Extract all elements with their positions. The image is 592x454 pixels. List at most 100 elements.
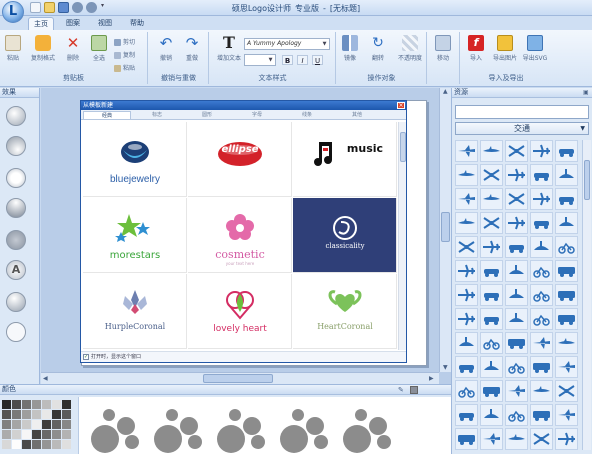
- copy-button[interactable]: 复制: [114, 50, 135, 59]
- tab-template-category[interactable]: 圆形: [183, 111, 231, 119]
- eyedropper-icon[interactable]: ✎: [398, 386, 404, 394]
- shape-preview-bubble[interactable]: [251, 435, 265, 449]
- gray-color-swatch[interactable]: [22, 430, 31, 439]
- effect-swatch[interactable]: [6, 292, 26, 312]
- effect-swatch[interactable]: [6, 198, 26, 218]
- effect-swatch[interactable]: [6, 136, 26, 156]
- gray-color-swatch[interactable]: [42, 410, 51, 419]
- gray-color-swatch[interactable]: [2, 430, 11, 439]
- transport-shape-icon[interactable]: [505, 164, 528, 186]
- gray-color-swatch[interactable]: [42, 440, 51, 449]
- tab-template-category[interactable]: 字母: [233, 111, 281, 119]
- text-effect-icon[interactable]: A: [6, 260, 26, 280]
- gray-color-swatch[interactable]: [52, 400, 61, 409]
- export-image-button[interactable]: 导出图片: [491, 35, 519, 62]
- transport-shape-icon[interactable]: [455, 236, 478, 258]
- transport-shape-icon[interactable]: [505, 188, 528, 210]
- select-all-button[interactable]: 全选: [88, 35, 110, 62]
- gray-color-swatch[interactable]: [2, 410, 11, 419]
- transport-shape-icon[interactable]: [455, 212, 478, 234]
- font-size-select[interactable]: ▼: [244, 54, 276, 66]
- transport-shape-icon[interactable]: [555, 380, 578, 402]
- effect-swatch[interactable]: [6, 168, 26, 188]
- transport-shape-icon[interactable]: [530, 284, 553, 306]
- tab-pattern[interactable]: 图案: [60, 17, 86, 30]
- tab-template-category[interactable]: 其他: [333, 111, 381, 119]
- canvas-horizontal-scrollbar[interactable]: ◀ ▶: [41, 372, 439, 384]
- transport-shape-icon[interactable]: [530, 428, 553, 450]
- transport-shape-icon[interactable]: [480, 236, 503, 258]
- transport-shape-icon[interactable]: [480, 164, 503, 186]
- font-family-select[interactable]: A Yummy Apology ▼: [244, 38, 330, 50]
- transport-shape-icon[interactable]: [480, 332, 503, 354]
- gray-color-swatch[interactable]: [12, 440, 21, 449]
- gray-color-swatch[interactable]: [2, 400, 11, 409]
- paste-small-button[interactable]: 粘贴: [114, 63, 135, 72]
- gray-color-swatch[interactable]: [32, 400, 41, 409]
- transport-shape-icon[interactable]: [505, 308, 528, 330]
- transport-shape-icon[interactable]: [455, 404, 478, 426]
- resource-scroll-thumb[interactable]: [584, 160, 590, 200]
- template-lovely-heart[interactable]: lovely heart: [188, 274, 292, 349]
- gray-color-swatch[interactable]: [62, 440, 71, 449]
- gray-color-swatch[interactable]: [2, 440, 11, 449]
- transport-shape-icon[interactable]: [555, 428, 578, 450]
- tab-help[interactable]: 帮助: [124, 17, 150, 30]
- gray-color-swatch[interactable]: [42, 420, 51, 429]
- transport-shape-icon[interactable]: [480, 188, 503, 210]
- transport-shape-icon[interactable]: [555, 284, 578, 306]
- transport-shape-icon[interactable]: [555, 404, 578, 426]
- tab-template-category[interactable]: 线条: [283, 111, 331, 119]
- transport-shape-icon[interactable]: [505, 428, 528, 450]
- gray-color-swatch[interactable]: [32, 410, 41, 419]
- scroll-up-icon[interactable]: ▲: [443, 88, 448, 95]
- transport-shape-icon[interactable]: [530, 188, 553, 210]
- scroll-right-icon[interactable]: ▶: [429, 375, 434, 382]
- gray-color-swatch[interactable]: [52, 430, 61, 439]
- shape-preview-bubble[interactable]: [166, 409, 178, 421]
- shape-preview-bubble[interactable]: [355, 409, 367, 421]
- resource-search-input[interactable]: [455, 105, 589, 119]
- gray-color-swatch[interactable]: [12, 430, 21, 439]
- shape-preview-bubble[interactable]: [343, 425, 371, 453]
- rotate-button[interactable]: ↻ 翻转: [367, 35, 389, 62]
- shape-preview-bubble[interactable]: [292, 409, 304, 421]
- transport-shape-icon[interactable]: [530, 332, 553, 354]
- shape-preview-bubble[interactable]: [229, 409, 241, 421]
- transport-shape-icon[interactable]: [530, 404, 553, 426]
- canvas-horizontal-scroll-thumb[interactable]: [203, 374, 273, 383]
- transport-shape-icon[interactable]: [530, 140, 553, 162]
- transport-shape-icon[interactable]: [555, 140, 578, 162]
- export-svg-button[interactable]: 导出SVG: [521, 35, 549, 62]
- transport-shape-icon[interactable]: [480, 212, 503, 234]
- shape-preview-bubble[interactable]: [377, 435, 391, 449]
- shape-preview-bubble[interactable]: [117, 417, 135, 435]
- template-grid-scrollbar[interactable]: [398, 122, 406, 350]
- app-menu-button[interactable]: L: [2, 1, 24, 23]
- cut-button[interactable]: 剪切: [114, 37, 135, 46]
- redo-button[interactable]: ↷ 重做: [181, 35, 203, 62]
- flip-button[interactable]: 镜像: [339, 35, 361, 62]
- template-grid-scroll-thumb[interactable]: [400, 132, 406, 162]
- transport-shape-icon[interactable]: [455, 164, 478, 186]
- transport-shape-icon[interactable]: [505, 140, 528, 162]
- transport-shape-icon[interactable]: [555, 308, 578, 330]
- template-music[interactable]: music: [293, 122, 397, 197]
- scroll-down-icon[interactable]: ▼: [443, 364, 448, 371]
- gray-color-swatch[interactable]: [32, 440, 41, 449]
- transport-shape-icon[interactable]: [505, 380, 528, 402]
- transport-shape-icon[interactable]: [530, 212, 553, 234]
- transport-shape-icon[interactable]: [455, 140, 478, 162]
- transport-shape-icon[interactable]: [455, 428, 478, 450]
- template-ellipse[interactable]: ellipse: [188, 122, 292, 197]
- gray-color-swatch[interactable]: [12, 420, 21, 429]
- transport-shape-icon[interactable]: [505, 236, 528, 258]
- resource-scrollbar[interactable]: [582, 140, 591, 450]
- transport-shape-icon[interactable]: [555, 236, 578, 258]
- show-on-open-checkbox[interactable]: ✓: [83, 354, 89, 360]
- shape-preview-bubble[interactable]: [180, 417, 198, 435]
- transport-shape-icon[interactable]: [555, 332, 578, 354]
- undo-button[interactable]: ↶ 撤销: [155, 35, 177, 62]
- shape-preview-bubble[interactable]: [103, 409, 115, 421]
- template-hurplecoronal[interactable]: HurpleCoronal: [83, 274, 187, 349]
